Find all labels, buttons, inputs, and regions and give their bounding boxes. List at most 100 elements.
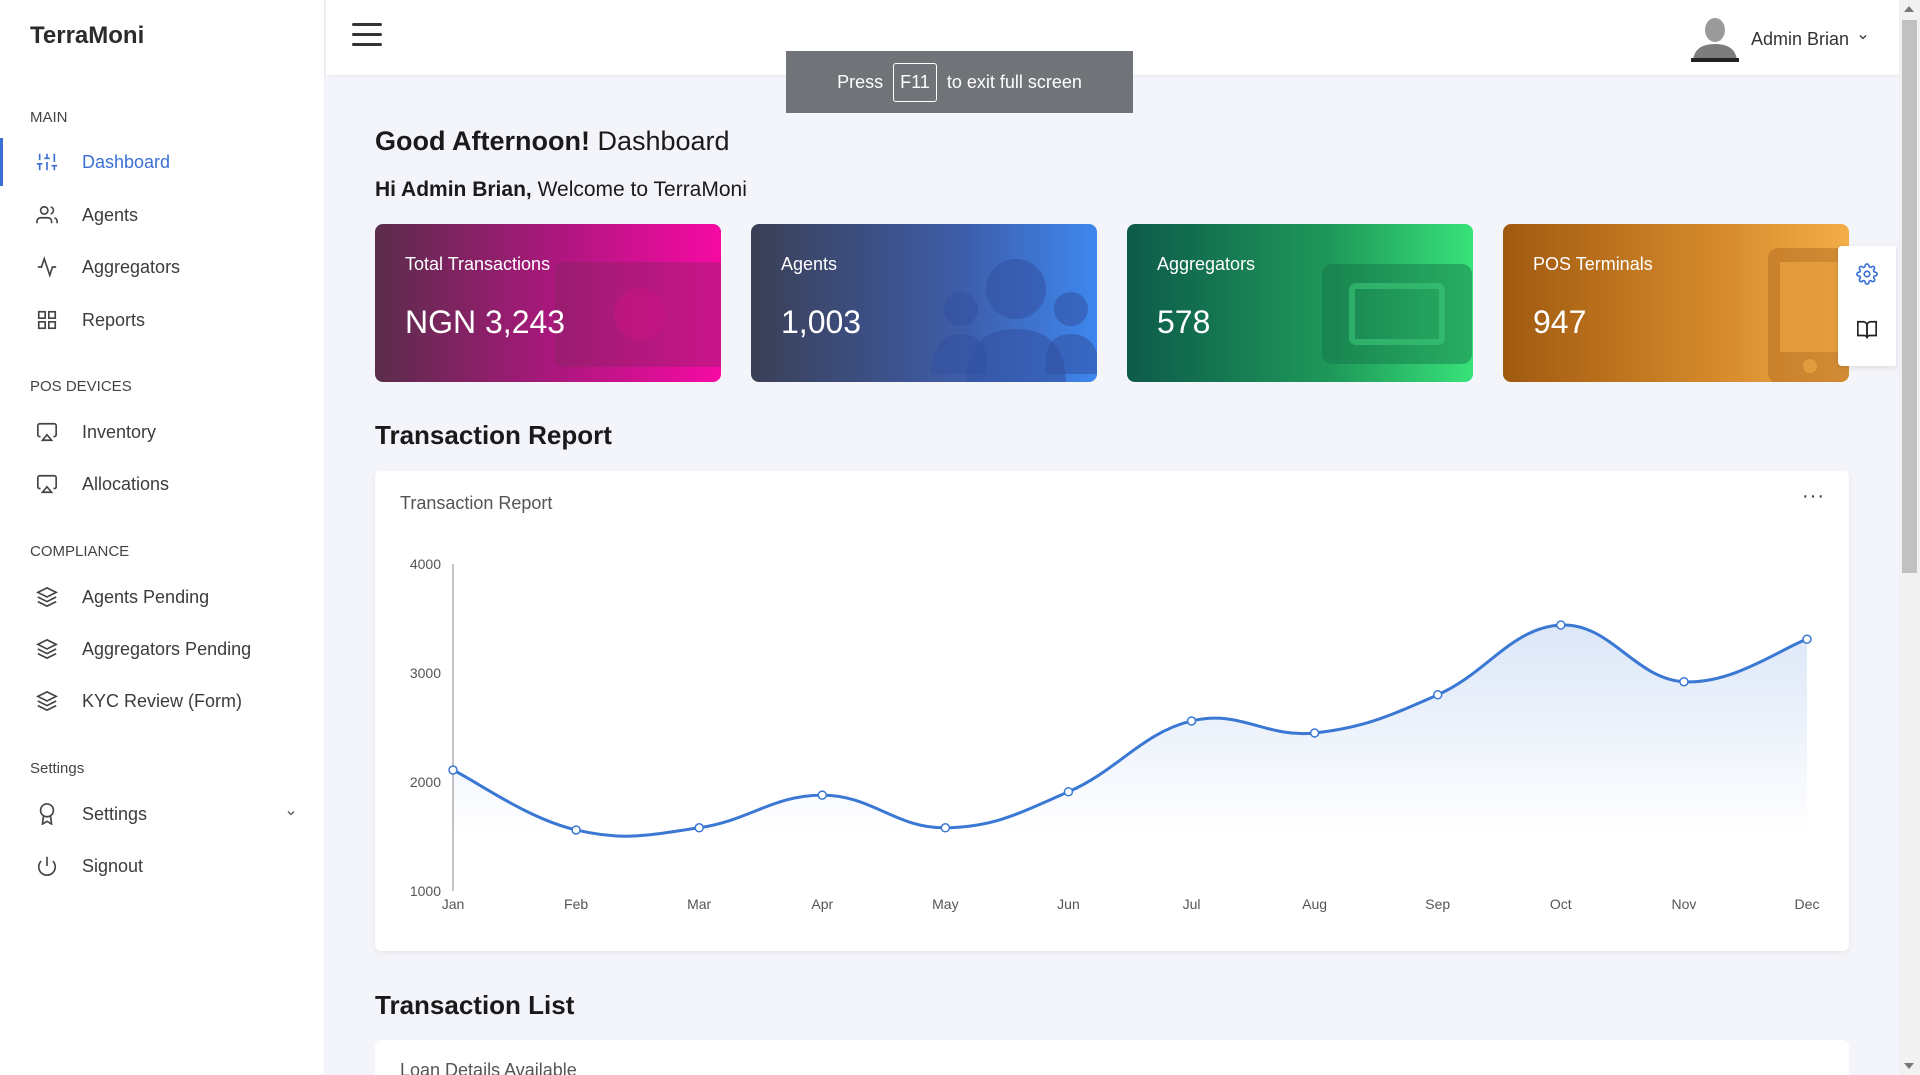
- data-point[interactable]: [1802, 634, 1812, 644]
- avatar: [1689, 16, 1741, 62]
- airplay-icon: [36, 421, 58, 443]
- money-icon: [555, 262, 721, 367]
- sidebar-item-label: Agents: [82, 204, 139, 225]
- y-tick-label: 3000: [410, 665, 441, 681]
- x-tick-label: Mar: [687, 896, 711, 912]
- sidebar-item-dashboard[interactable]: Dashboard: [0, 138, 325, 186]
- layers-icon: [36, 690, 58, 712]
- sidebar-item-label: Aggregators Pending: [82, 638, 252, 659]
- section-heading-report: Transaction Report: [375, 420, 612, 450]
- sidebar-item-label: Inventory: [82, 421, 157, 442]
- card-value: 947: [1533, 304, 1587, 340]
- users-icon: [36, 204, 58, 226]
- data-point[interactable]: [694, 823, 704, 833]
- sidebar-item-label: Aggregators: [82, 256, 181, 277]
- sidebar-item-signout[interactable]: Signout: [0, 842, 325, 890]
- x-tick-label: Aug: [1302, 896, 1327, 912]
- floating-tools: [1838, 246, 1896, 366]
- users-icon: [931, 259, 1097, 382]
- data-point[interactable]: [1309, 728, 1320, 738]
- sidebar-item-agents-pending[interactable]: Agents Pending: [0, 573, 325, 621]
- card-title: Total Transactions: [405, 254, 551, 274]
- greeting-rest: Dashboard: [597, 126, 730, 156]
- sidebar-item-label: Reports: [82, 309, 146, 330]
- scrollbar[interactable]: [1899, 0, 1920, 1075]
- user-menu[interactable]: Admin Brian: [1689, 16, 1869, 62]
- sidebar-item-aggregators[interactable]: Aggregators: [0, 243, 325, 291]
- chevron-down-icon: [285, 806, 297, 824]
- toast-press: Press: [837, 71, 884, 92]
- sidebar-item-reports[interactable]: Reports: [0, 296, 325, 344]
- section-settings: Settings: [30, 760, 85, 777]
- data-point[interactable]: [1556, 620, 1566, 630]
- x-tick-label: May: [932, 896, 958, 912]
- power-icon: [36, 855, 58, 877]
- section-heading-list: Transaction List: [375, 990, 575, 1020]
- layers-icon: [36, 638, 58, 660]
- section-main: MAIN: [30, 109, 68, 126]
- sidebar-item-settings[interactable]: Settings: [0, 790, 325, 838]
- data-point[interactable]: [571, 825, 581, 835]
- report-panel: Transaction Report ··· 1000 2000 3000 4000 J…: [375, 471, 1849, 951]
- section-compliance: COMPLIANCE: [30, 543, 130, 560]
- x-tick-label: Dec: [1795, 896, 1820, 912]
- sidebar-item-label: Agents Pending: [82, 586, 210, 607]
- stat-card-agents[interactable]: Agents 1,003: [751, 224, 1097, 382]
- sidebar-item-kyc-review[interactable]: KYC Review (Form): [0, 677, 325, 725]
- section-pos-devices: POS DEVICES: [30, 378, 132, 395]
- card-title: Agents: [781, 254, 838, 274]
- x-tick-label: Jan: [442, 896, 465, 912]
- airplay-icon: [36, 473, 58, 495]
- x-tick-label: Jun: [1057, 896, 1080, 912]
- sidebar-item-agents[interactable]: Agents: [0, 191, 325, 239]
- x-tick-label: Nov: [1671, 896, 1696, 912]
- x-tick-label: Apr: [811, 896, 833, 912]
- data-point[interactable]: [1679, 676, 1689, 687]
- scroll-up-icon[interactable]: [1904, 6, 1914, 12]
- y-tick-label: 4000: [410, 556, 441, 572]
- data-point[interactable]: [1432, 690, 1443, 700]
- x-tick-label: Feb: [564, 896, 588, 912]
- data-point[interactable]: [1063, 787, 1074, 797]
- sidebar-item-label: Dashboard: [82, 151, 171, 172]
- page-title: Good Afternoon! Dashboard: [375, 126, 730, 157]
- sidebar-item-label: Settings: [82, 803, 148, 824]
- gear-icon[interactable]: [1838, 246, 1896, 302]
- stat-card-total-transactions[interactable]: Total Transactions NGN 3,243: [375, 224, 721, 382]
- x-tick-label: Oct: [1550, 896, 1572, 912]
- toast-key: F11: [893, 62, 937, 102]
- y-tick-label: 1000: [410, 883, 441, 899]
- series-area: [453, 624, 1807, 837]
- panel-title: Loan Details Available: [400, 1060, 577, 1075]
- scroll-thumb[interactable]: [1902, 20, 1917, 573]
- x-tick-label: Sep: [1425, 896, 1450, 912]
- sidebar-item-inventory[interactable]: Inventory: [0, 408, 325, 456]
- ticket-icon: [1322, 264, 1472, 364]
- book-open-icon[interactable]: [1838, 302, 1896, 358]
- data-point[interactable]: [940, 823, 951, 833]
- list-panel: Loan Details Available: [375, 1040, 1849, 1075]
- stat-card-pos-terminals[interactable]: POS Terminals 947: [1503, 224, 1849, 382]
- data-point[interactable]: [817, 790, 828, 800]
- grid-icon: [36, 309, 58, 331]
- menu-toggle-icon[interactable]: [352, 23, 382, 47]
- fullscreen-toast: Press F11 to exit full screen: [786, 51, 1133, 113]
- award-icon: [36, 803, 58, 825]
- data-point[interactable]: [1186, 716, 1197, 726]
- welcome-bold: Hi Admin Brian,: [375, 178, 532, 201]
- data-point[interactable]: [448, 765, 458, 775]
- sidebar-item-allocations[interactable]: Allocations: [0, 460, 325, 508]
- card-value: 1,003: [781, 304, 862, 340]
- brand-logo[interactable]: TerraMoni: [30, 22, 144, 50]
- sidebar-item-label: Signout: [82, 855, 144, 876]
- activity-icon: [36, 256, 58, 278]
- sidebar-item-aggregators-pending[interactable]: Aggregators Pending: [0, 625, 325, 673]
- greeting-bold: Good Afternoon!: [375, 126, 590, 156]
- chevron-down-icon: [1857, 30, 1869, 48]
- card-title: Aggregators: [1157, 254, 1256, 274]
- scroll-down-icon[interactable]: [1904, 1063, 1914, 1069]
- welcome-rest: Welcome to TerraMoni: [537, 178, 747, 201]
- stat-card-aggregators[interactable]: Aggregators 578: [1127, 224, 1473, 382]
- welcome-text: Hi Admin Brian, Welcome to TerraMoni: [375, 178, 747, 202]
- transaction-chart: 1000 2000 3000 4000 Jan Feb Mar Apr May Jun Jul Aug…: [410, 556, 1820, 912]
